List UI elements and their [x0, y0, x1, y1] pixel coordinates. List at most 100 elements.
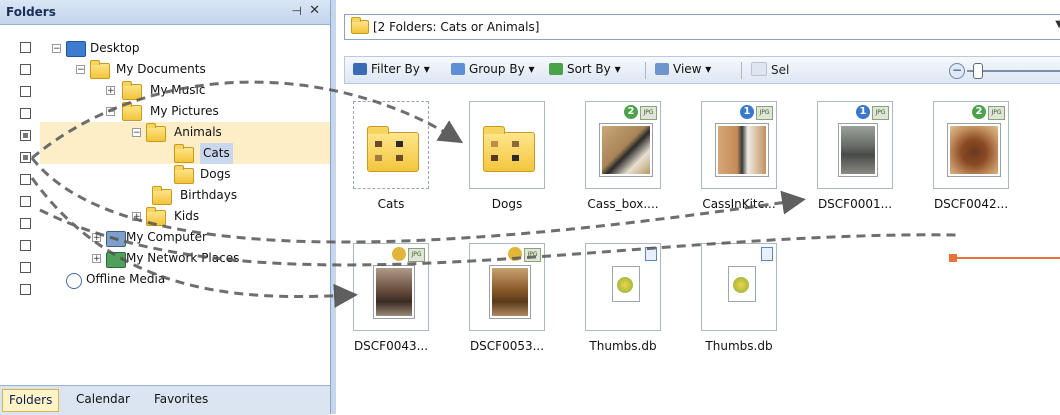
offline-media-icon — [66, 273, 82, 289]
tree-item-label: My Pictures — [150, 104, 219, 118]
checkbox-my-computer[interactable] — [20, 240, 31, 251]
address-bar[interactable]: [2 Folders: Cats or Animals] ▼ — [344, 14, 1060, 40]
panel-tabs: Folders Calendar Favorites — [0, 385, 330, 415]
computer-icon — [106, 231, 126, 247]
checkbox-desktop[interactable] — [20, 42, 31, 53]
zoom-out-icon[interactable]: − — [949, 63, 965, 79]
folder-icon — [174, 144, 194, 163]
checkbox-my-documents[interactable] — [20, 64, 31, 75]
expand-icon[interactable]: + — [92, 233, 101, 243]
tree-item-my-music[interactable]: + My Music — [100, 80, 320, 101]
tree-item-label: My Computer — [126, 230, 207, 244]
checkbox-kids[interactable] — [20, 218, 31, 229]
expand-icon[interactable]: + — [106, 86, 115, 96]
photo-thumbnail — [374, 266, 414, 318]
sort-icon — [549, 63, 563, 75]
item-name: DSCF0053... — [469, 339, 545, 353]
jpg-icon: JPG — [988, 106, 1005, 120]
collapse-icon[interactable]: − — [106, 107, 115, 117]
status-badge — [392, 247, 406, 261]
tab-calendar[interactable]: Calendar — [70, 389, 136, 410]
jpg-icon: JPG — [524, 248, 541, 262]
checkbox-animals[interactable] — [20, 130, 31, 141]
item-name: DSCF0001... — [817, 197, 893, 211]
checkbox-offline-media[interactable] — [20, 284, 31, 295]
tree-item-my-pictures[interactable]: − My Pictures — [100, 101, 320, 122]
checkbox-my-music[interactable] — [20, 86, 31, 97]
collapse-icon[interactable]: − — [52, 44, 61, 54]
list-item[interactable]: JPG DSCF0053... — [467, 243, 547, 383]
tree-item-label: Birthdays — [180, 188, 238, 202]
tab-folders[interactable]: Folders — [2, 389, 60, 412]
tree-item-birthdays[interactable]: Birthdays — [40, 185, 330, 206]
group-by-button[interactable]: Group By ▾ — [451, 62, 535, 76]
thumbnail: 1 JPG — [817, 101, 893, 189]
tree-item-label: Kids — [174, 209, 200, 223]
photo-thumbnail — [600, 124, 652, 176]
view-button[interactable]: View ▾ — [655, 62, 711, 76]
tree-item-desktop[interactable]: − Desktop — [50, 38, 320, 59]
expand-icon[interactable]: + — [132, 212, 141, 222]
collapse-icon[interactable]: − — [132, 128, 141, 138]
photo-thumbnail — [839, 124, 877, 176]
thumbnail: 1 JPG — [701, 101, 777, 189]
thumbnail: 2 JPG — [933, 101, 1009, 189]
list-item[interactable]: 1 JPG DSCF0001... — [815, 101, 895, 241]
folders-panel: Folders ⊣ ✕ − Desktop − My Documents + M… — [0, 0, 331, 415]
item-name: Dogs — [491, 197, 523, 211]
zoom-slider-handle[interactable] — [973, 63, 983, 79]
toolbar-separator — [645, 62, 646, 79]
thumbnail — [353, 101, 429, 189]
tree-item-my-network-places[interactable]: + My Network Places — [40, 248, 330, 269]
tree-item-cats[interactable]: Cats — [40, 143, 330, 164]
checkbox-my-network-places[interactable] — [20, 262, 31, 273]
list-item[interactable]: Cats — [351, 101, 431, 241]
tree-item-label: Dogs — [200, 167, 231, 181]
list-item[interactable]: 2 JPG DSCF0042... — [931, 101, 1011, 241]
list-item[interactable]: 2 JPG Cass_box.... — [583, 101, 663, 241]
pin-icon[interactable]: ⊣ — [292, 4, 302, 18]
tree-item-label: Animals — [174, 125, 222, 139]
checkbox-my-pictures[interactable] — [20, 108, 31, 119]
database-file-icon — [612, 266, 640, 302]
tree-item-my-computer[interactable]: + My Computer — [40, 227, 330, 248]
list-item[interactable]: 1 JPG CassInKitc... — [699, 101, 779, 241]
list-item[interactable]: JPG DSCF0043... — [351, 243, 431, 383]
tree-item-offline-media[interactable]: Offline Media — [40, 269, 330, 290]
checkbox-dogs[interactable] — [20, 174, 31, 185]
folder-icon — [351, 17, 369, 34]
jpg-icon: JPG — [756, 106, 773, 120]
close-icon[interactable]: ✕ — [309, 3, 320, 18]
thumbnail: JPG — [469, 243, 545, 331]
chevron-down-icon[interactable]: ▼ — [1055, 19, 1060, 30]
tree-item-kids[interactable]: + Kids — [40, 206, 330, 227]
checkbox-cats[interactable] — [20, 152, 31, 163]
list-item[interactable]: Thumbs.db — [699, 243, 779, 383]
music-folder-icon — [122, 81, 142, 100]
list-item[interactable]: Thumbs.db — [583, 243, 663, 383]
collapse-icon[interactable]: − — [76, 65, 85, 75]
file-type-icon — [645, 247, 657, 261]
photo-thumbnail — [490, 266, 530, 318]
expand-icon[interactable]: + — [92, 254, 101, 264]
tab-favorites[interactable]: Favorites — [148, 389, 214, 410]
item-name: Thumbs.db — [589, 339, 657, 353]
tree-item-label: Offline Media — [86, 272, 166, 286]
jpg-icon: JPG — [408, 248, 425, 262]
folder-icon — [146, 207, 166, 226]
tree-item-my-documents[interactable]: − My Documents — [64, 59, 320, 80]
status-badge: 2 — [972, 105, 986, 119]
checkbox-birthdays[interactable] — [20, 196, 31, 207]
sort-by-button[interactable]: Sort By ▾ — [549, 62, 621, 76]
tree-item-animals[interactable]: − Animals — [40, 122, 330, 143]
view-label: View — [673, 62, 702, 76]
tree-item-dogs[interactable]: Dogs — [40, 164, 330, 185]
documents-folder-icon — [90, 60, 110, 79]
item-name: DSCF0043... — [353, 339, 429, 353]
view-icon — [655, 63, 669, 75]
select-button[interactable]: Sel — [751, 62, 789, 77]
list-item[interactable]: Dogs — [467, 101, 547, 241]
filter-by-button[interactable]: Filter By ▾ — [353, 62, 430, 76]
status-badge: 2 — [624, 105, 638, 119]
tree-item-label: My Documents — [116, 62, 206, 76]
